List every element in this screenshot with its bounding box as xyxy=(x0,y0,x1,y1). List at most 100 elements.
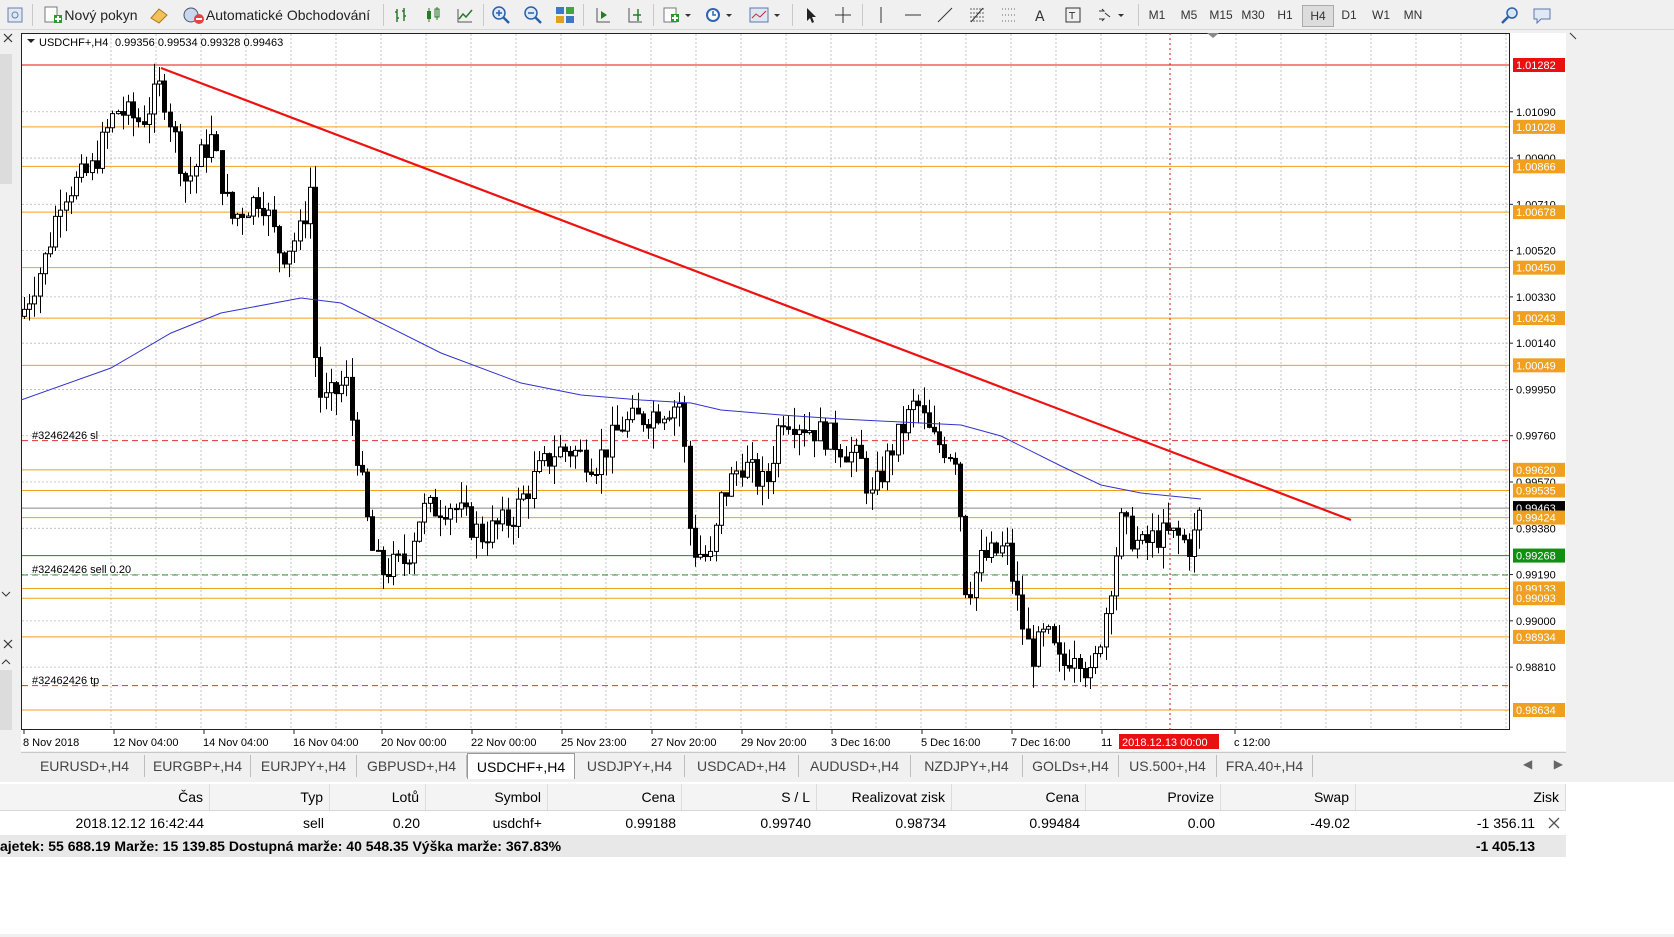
time-scale-label: 11 xyxy=(1101,737,1112,749)
vertical-line-icon[interactable] xyxy=(870,3,892,27)
candle xyxy=(828,422,833,450)
candle xyxy=(740,470,745,478)
candle xyxy=(272,209,277,228)
symbol-tab[interactable]: GBPUSD+,H4 xyxy=(357,755,467,777)
candle xyxy=(422,502,427,523)
col-swap[interactable]: Swap xyxy=(1221,784,1356,810)
candle xyxy=(225,191,230,194)
candle xyxy=(1182,534,1187,541)
candle xyxy=(100,131,105,169)
candle xyxy=(105,127,110,133)
symbol-tab[interactable]: AUDUSD+,H4 xyxy=(799,755,911,777)
tab-scroll-arrows[interactable]: ◀ ▶ xyxy=(1523,757,1563,775)
candle xyxy=(532,470,537,500)
close-icon[interactable] xyxy=(3,33,13,43)
timeframe-m15[interactable]: M15 xyxy=(1206,5,1236,25)
text-label-icon[interactable]: T xyxy=(1062,3,1084,27)
candle xyxy=(984,549,989,558)
col-commission[interactable]: Provize xyxy=(1086,784,1221,810)
candle xyxy=(932,426,937,433)
col-sl[interactable]: S / L xyxy=(682,784,817,810)
candle xyxy=(672,406,677,419)
candle xyxy=(298,220,303,242)
auto-trading-icon xyxy=(183,7,204,24)
meta-editor-icon[interactable] xyxy=(148,3,170,27)
candle xyxy=(568,450,573,457)
profiles-icon[interactable] xyxy=(4,3,26,27)
indicators-dropdown[interactable] xyxy=(660,3,696,27)
symbol-tab[interactable]: EURUSD+,H4 xyxy=(25,755,145,777)
symbol-tab[interactable]: USDJPY+,H4 xyxy=(575,755,685,777)
timeframe-w1[interactable]: W1 xyxy=(1366,5,1396,25)
cursor-icon[interactable] xyxy=(800,3,822,27)
chart-shift-icon[interactable] xyxy=(623,3,647,27)
candle xyxy=(495,520,500,525)
channel-icon[interactable] xyxy=(998,3,1020,27)
zoom-out-icon[interactable] xyxy=(521,3,545,27)
line-chart-icon[interactable] xyxy=(453,3,477,27)
auto-scroll-icon[interactable] xyxy=(591,3,615,27)
search-icon[interactable] xyxy=(1498,3,1522,27)
candle-chart-icon[interactable] xyxy=(421,3,445,27)
candle xyxy=(43,253,48,275)
close-order-icon[interactable] xyxy=(1541,811,1566,835)
new-order-button[interactable]: Nový pokyn xyxy=(38,3,142,27)
timeframe-mn[interactable]: MN xyxy=(1398,5,1428,25)
timeframe-m1[interactable]: M1 xyxy=(1142,5,1172,25)
symbol-tab[interactable]: USDCHF+,H4 xyxy=(467,753,575,779)
periods-dropdown[interactable] xyxy=(702,3,738,27)
col-lots[interactable]: Lotů xyxy=(330,784,426,810)
zoom-in-icon[interactable] xyxy=(489,3,513,27)
tab-scroll-right-icon[interactable]: ▶ xyxy=(1554,757,1563,775)
symbol-tab[interactable]: USDCAD+,H4 xyxy=(685,755,799,777)
price-scale-label: 0.99760 xyxy=(1516,431,1556,443)
candle xyxy=(360,464,365,473)
symbol-tab[interactable]: NZDJPY+,H4 xyxy=(911,755,1023,777)
candle xyxy=(838,449,843,458)
auto-trading-button[interactable]: Automatické Obchodování xyxy=(176,3,376,27)
chart-canvas[interactable]: 1.010901.009001.007101.005201.003301.001… xyxy=(21,33,1566,751)
timeframe-h1[interactable]: H1 xyxy=(1270,5,1300,25)
col-symbol[interactable]: Symbol xyxy=(426,784,548,810)
symbol-tab[interactable]: EURJPY+,H4 xyxy=(251,755,357,777)
timeframe-m5[interactable]: M5 xyxy=(1174,5,1204,25)
time-scale-label: 12 Nov 04:00 xyxy=(113,737,178,749)
candle xyxy=(1015,580,1020,596)
chat-icon[interactable] xyxy=(1530,3,1554,27)
arrows-dropdown[interactable] xyxy=(1094,3,1130,27)
candle xyxy=(355,419,360,466)
candle xyxy=(324,392,329,398)
price-chart[interactable]: 1.010901.009001.007101.005201.003301.001… xyxy=(21,33,1566,751)
order-tp-label: #32462426 tp xyxy=(32,675,99,687)
col-profit[interactable]: Zisk xyxy=(1356,784,1566,810)
price-tag-label: 0.99268 xyxy=(1516,551,1556,563)
bar-chart-icon[interactable] xyxy=(389,3,413,27)
horizontal-line-icon[interactable] xyxy=(902,3,924,27)
candle xyxy=(266,209,271,217)
timeframe-h4[interactable]: H4 xyxy=(1302,5,1334,27)
symbol-tab[interactable]: US.500+,H4 xyxy=(1119,755,1217,777)
text-tool-icon[interactable]: A xyxy=(1030,3,1052,27)
order-row[interactable]: 2018.12.12 16:42:44 sell 0.20 usdchf+ 0.… xyxy=(0,811,1566,835)
timeframe-d1[interactable]: D1 xyxy=(1334,5,1364,25)
candle xyxy=(646,424,651,429)
col-tp[interactable]: Realizovat zisk xyxy=(817,784,952,810)
trendline-icon[interactable] xyxy=(934,3,956,27)
col-time[interactable]: Čas xyxy=(0,784,210,810)
symbol-tab[interactable]: EURGBP+,H4 xyxy=(145,755,251,777)
symbol-tab[interactable]: GOLDs+,H4 xyxy=(1023,755,1119,777)
timeframe-m30[interactable]: M30 xyxy=(1238,5,1268,25)
crosshair-icon[interactable] xyxy=(832,3,854,27)
col-price[interactable]: Cena xyxy=(548,784,682,810)
candle xyxy=(771,462,776,483)
templates-dropdown[interactable] xyxy=(746,3,786,27)
col-current-price[interactable]: Cena xyxy=(952,784,1086,810)
col-type[interactable]: Typ xyxy=(210,784,330,810)
tab-scroll-left-icon[interactable]: ◀ xyxy=(1523,757,1532,775)
fibonacci-icon[interactable] xyxy=(966,3,988,27)
symbol-tab[interactable]: FRA.40+,H4 xyxy=(1217,755,1313,777)
candle xyxy=(116,111,121,115)
price-tag-label: 1.01282 xyxy=(1516,60,1556,72)
tile-windows-icon[interactable] xyxy=(553,3,577,27)
price-tag-label: 1.00049 xyxy=(1516,360,1556,372)
